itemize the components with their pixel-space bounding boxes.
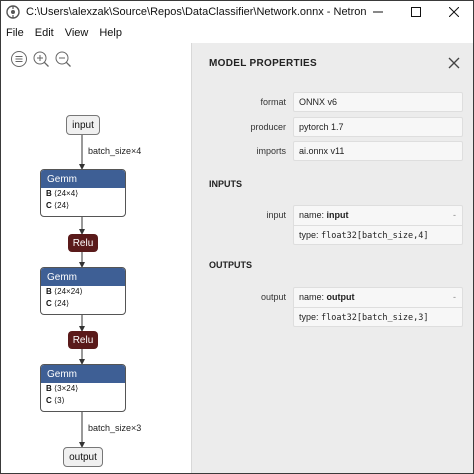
property-value: ONNX v6 <box>293 92 463 112</box>
relu-node-1[interactable]: Relu <box>68 234 98 252</box>
window-close-button[interactable] <box>435 1 473 23</box>
gemm-attr-c: C ⟨24⟩ <box>46 201 70 210</box>
gemm-attr-b: B ⟨3×24⟩ <box>46 384 79 393</box>
gemm-node-3[interactable]: Gemm B ⟨3×24⟩ C ⟨3⟩ <box>40 364 126 412</box>
output-name-line: name: output - <box>294 288 462 307</box>
gemm-attr-b: B ⟨24×24⟩ <box>46 287 83 296</box>
property-imports: imports ai.onnx v11 <box>192 141 473 161</box>
input-key: input <box>266 210 286 220</box>
gemm-node-1[interactable]: Gemm B ⟨24×4⟩ C ⟨24⟩ <box>40 169 126 217</box>
graph-input-node[interactable]: input <box>66 115 100 135</box>
property-value: pytorch 1.7 <box>293 117 463 137</box>
menu-edit[interactable]: Edit <box>30 27 60 39</box>
gemm-node-title: Gemm <box>41 268 125 286</box>
gemm-node-2[interactable]: Gemm B ⟨24×24⟩ C ⟨24⟩ <box>40 267 126 315</box>
menu-bar: File Edit View Help <box>1 23 473 43</box>
maximize-icon <box>411 7 421 17</box>
edge-label-output: batch_size×3 <box>88 423 142 433</box>
model-properties-panel: MODEL PROPERTIES format ONNX v6 producer… <box>191 43 473 473</box>
inputs-heading: INPUTS <box>209 179 243 189</box>
close-icon <box>449 7 459 17</box>
property-producer: producer pytorch 1.7 <box>192 117 473 137</box>
input-node-label: input <box>72 119 94 131</box>
menu-view[interactable]: View <box>60 27 95 39</box>
gemm-node-title: Gemm <box>41 170 125 188</box>
output-node-label: output <box>69 451 97 463</box>
minimize-button[interactable] <box>359 1 397 23</box>
output-type-line: type: float32[batch_size,3] <box>294 307 462 327</box>
gemm-attr-c: C ⟨24⟩ <box>46 299 70 308</box>
expand-icon[interactable]: - <box>453 206 456 225</box>
property-value: ai.onnx v11 <box>293 141 463 161</box>
graph-output-node[interactable]: output <box>63 447 103 467</box>
gemm-node-title: Gemm <box>41 365 125 383</box>
input-type-line: type: float32[batch_size,4] <box>294 225 462 245</box>
maximize-button[interactable] <box>397 1 435 23</box>
title-bar: C:\Users\alexzak\Source\Repos\DataClassi… <box>1 1 473 23</box>
graph-canvas[interactable]: input batch_size×4 Gemm B ⟨24×4⟩ C ⟨24⟩ … <box>1 43 191 473</box>
gemm-attr-c: C ⟨3⟩ <box>46 396 65 405</box>
window-title: C:\Users\alexzak\Source\Repos\DataClassi… <box>26 6 367 18</box>
app-icon <box>6 5 20 19</box>
panel-title: MODEL PROPERTIES <box>209 58 317 69</box>
gemm-attr-b: B ⟨24×4⟩ <box>46 189 79 198</box>
property-format: format ONNX v6 <box>192 92 473 112</box>
outputs-heading: OUTPUTS <box>209 260 253 270</box>
close-icon[interactable] <box>448 57 460 69</box>
input-details[interactable]: name: input - type: float32[batch_size,4… <box>293 205 463 245</box>
property-key: imports <box>256 146 286 156</box>
input-name-line: name: input - <box>294 206 462 225</box>
output-key: output <box>260 292 286 302</box>
menu-help[interactable]: Help <box>94 27 128 39</box>
output-details[interactable]: name: output - type: float32[batch_size,… <box>293 287 463 327</box>
property-key: producer <box>250 122 286 132</box>
relu-node-2[interactable]: Relu <box>68 331 98 349</box>
menu-file[interactable]: File <box>1 27 30 39</box>
edge-label-input: batch_size×4 <box>88 146 142 156</box>
expand-icon[interactable]: - <box>453 288 456 307</box>
netron-window: C:\Users\alexzak\Source\Repos\DataClassi… <box>0 0 474 474</box>
minimize-icon <box>373 11 383 13</box>
property-key: format <box>260 97 286 107</box>
